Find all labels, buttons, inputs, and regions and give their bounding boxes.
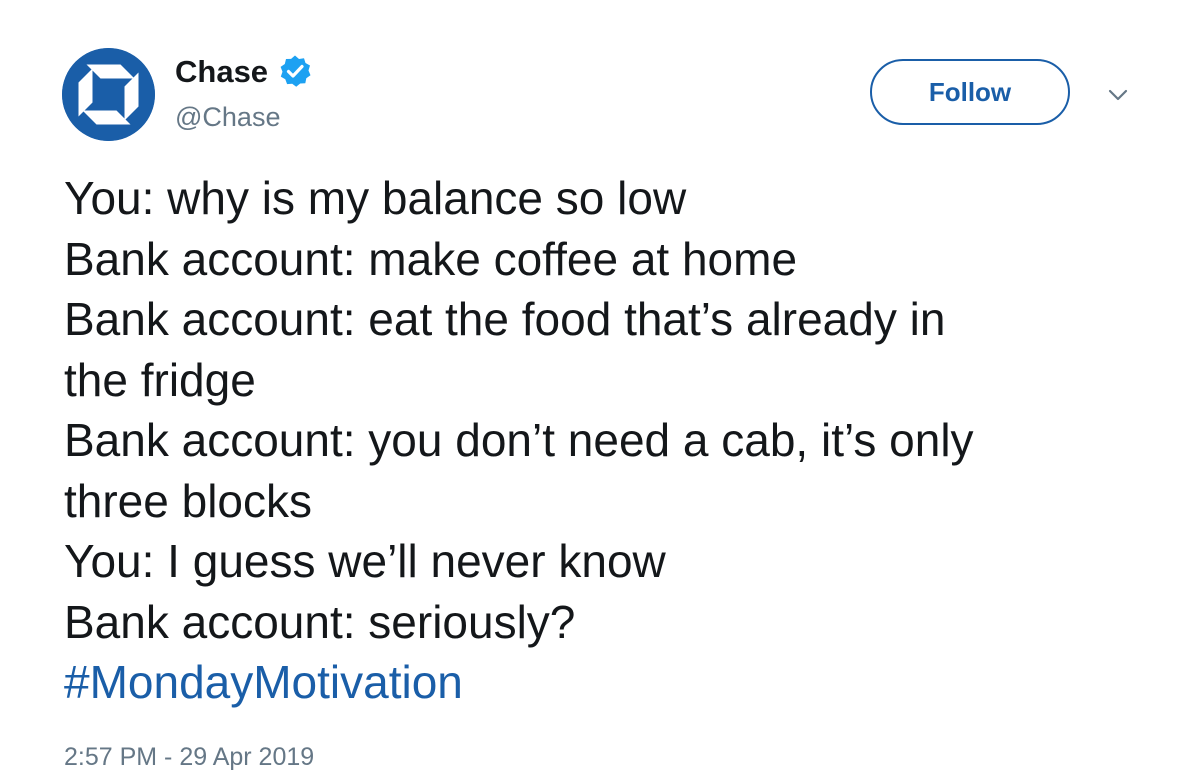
chase-logo-icon	[62, 48, 155, 141]
follow-button[interactable]: Follow	[870, 59, 1070, 125]
tweet-text: You: why is my balance so low Bank accou…	[64, 168, 1174, 713]
tweet-line: Bank account: make coffee at home	[64, 232, 798, 285]
tweet-line: You: why is my balance so low	[64, 172, 687, 224]
tweet-line: three blocks	[64, 474, 313, 527]
author-handle[interactable]: @Chase	[175, 101, 280, 133]
tweet-line: the fridge	[64, 353, 256, 406]
author-display-name[interactable]: Chase	[175, 56, 268, 87]
tweet-timestamp[interactable]: 2:57 PM - 29 Apr 2019	[64, 742, 314, 772]
tweet-line: Bank account: seriously?	[64, 595, 576, 648]
tweet-line: Bank account: eat the food that’s alread…	[64, 293, 946, 345]
tweet-line: You: I guess we’ll never know	[64, 535, 666, 587]
avatar[interactable]	[62, 48, 155, 141]
author-name-row[interactable]: Chase	[175, 54, 312, 88]
tweet-card: Chase @Chase Follow You: why is my balan…	[0, 0, 1200, 781]
tweet-line: Bank account: you don’t need a cab, it’s…	[64, 414, 974, 466]
verified-badge-icon	[280, 55, 311, 87]
chevron-down-icon[interactable]	[1104, 84, 1132, 106]
hashtag-link[interactable]: #MondayMotivation	[64, 652, 1174, 713]
